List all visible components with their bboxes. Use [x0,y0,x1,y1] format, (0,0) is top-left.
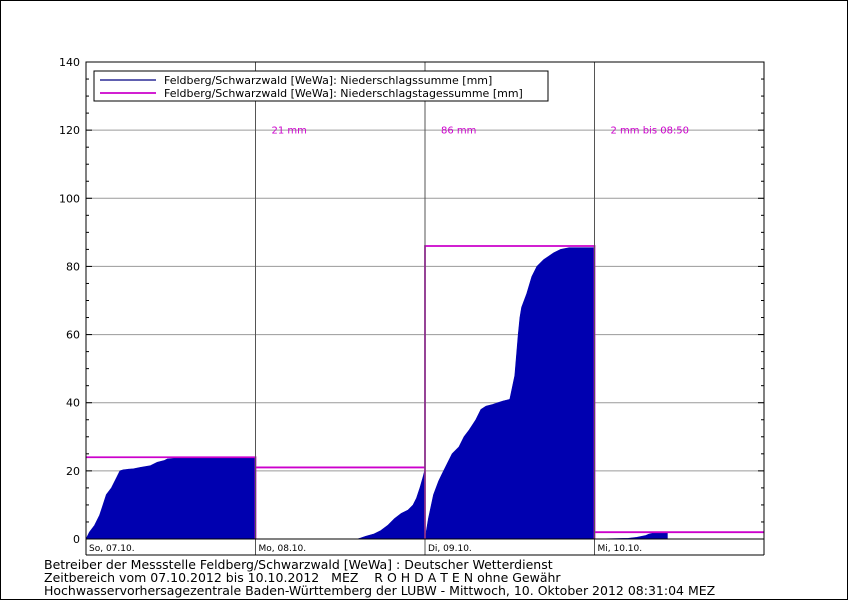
legend-label: Feldberg/Schwarzwald [WeWa]: Niederschla… [164,87,523,100]
daily-total-annotation: 86 mm [441,126,476,137]
daily-total-annotation: 2 mm bis 08:50 [611,126,690,137]
precip-sum-area [594,531,668,540]
precipitation-chart: 0 20 40 60 80 100 120 140 So, 07.10. Mo, 08.10. Di… [59,56,765,556]
legend-label: Feldberg/Schwarzwald [WeWa]: Niederschla… [164,74,492,87]
day-label: So, 07.10. [89,544,135,554]
y-tick-label: 100 [59,192,80,205]
footer-source: Hochwasservorhersagezentrale Baden-Württ… [44,583,716,598]
y-tick-label: 60 [66,329,80,342]
precip-sum-area [255,469,426,540]
day-label: Di, 09.10. [428,544,472,554]
precip-sum-area [85,456,256,540]
y-tick-label: 0 [73,533,80,546]
y-tick-label: 40 [66,397,80,410]
precip-sum-area [424,247,595,540]
day-label: Mi, 10.10. [598,544,643,554]
y-tick-label: 80 [66,260,80,273]
y-tick-label: 20 [66,465,80,478]
day-label: Mo, 08.10. [259,544,307,554]
y-tick-label: 140 [59,56,80,69]
daily-total-annotation: 21 mm [272,126,307,137]
y-tick-label: 120 [59,124,80,137]
